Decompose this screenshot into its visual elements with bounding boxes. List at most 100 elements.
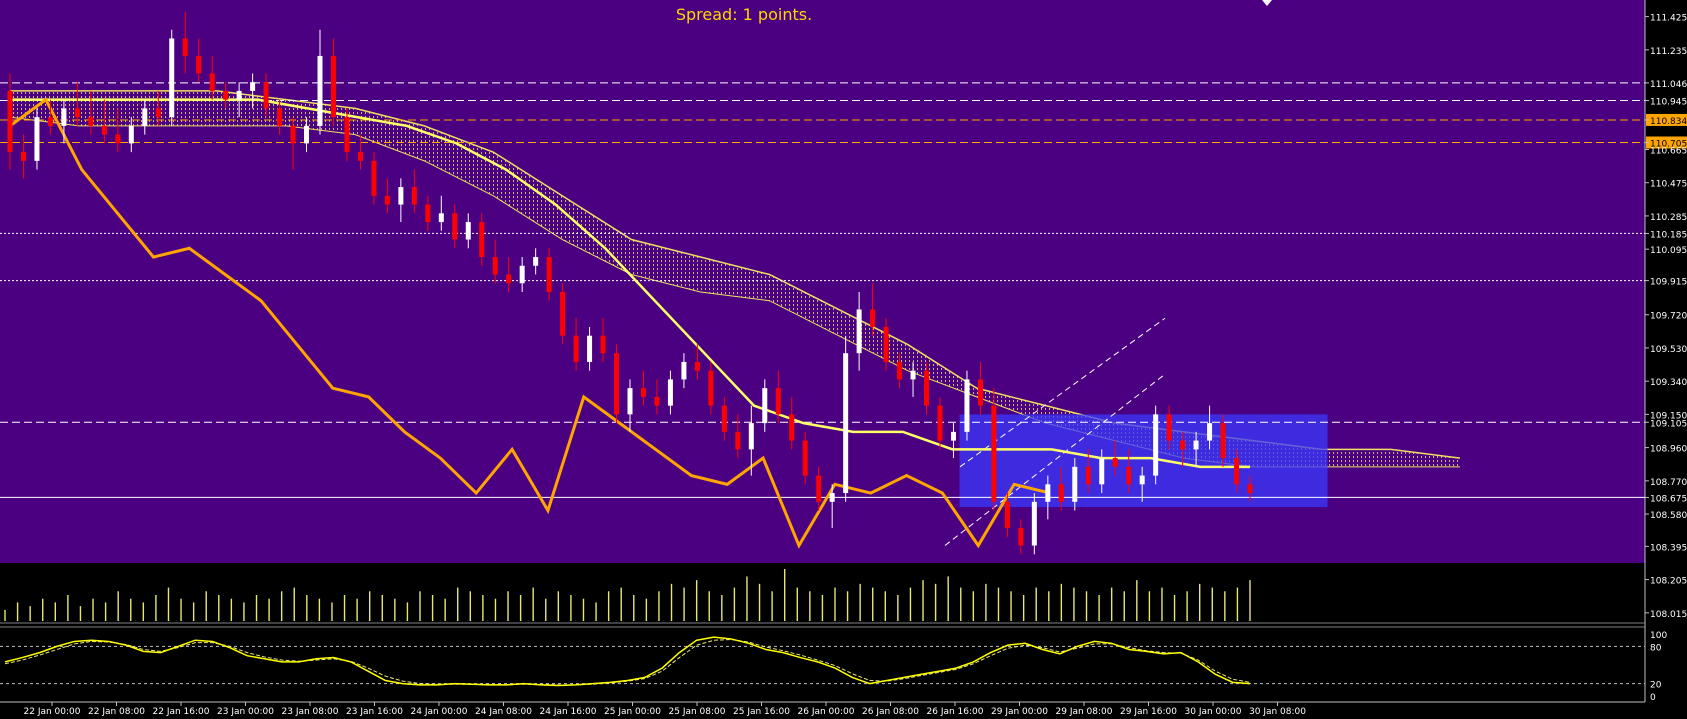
price-tick-label: 108.770 <box>1650 478 1687 488</box>
time-tick-label: 23 Jan 00:00 <box>217 707 274 717</box>
candle-body <box>573 335 579 362</box>
candle-body <box>1072 466 1078 502</box>
candle-body <box>384 195 390 205</box>
candle-body <box>263 82 269 109</box>
time-tick-label: 23 Jan 08:00 <box>282 707 339 717</box>
price-tick-label: 111.235 <box>1650 47 1687 57</box>
time-tick-label: 26 Jan 16:00 <box>927 707 984 717</box>
candle-body <box>101 125 107 135</box>
candle-body <box>492 257 498 275</box>
price-tick-label: 108.015 <box>1650 610 1687 620</box>
price-tick-label: 111.046 <box>1650 80 1687 90</box>
price-tick-label: 110.095 <box>1650 246 1687 256</box>
price-tick-label: 108.960 <box>1650 445 1687 455</box>
candle-body <box>627 388 633 415</box>
candle-body <box>789 414 795 441</box>
time-tick-label: 22 Jan 16:00 <box>153 707 210 717</box>
candle-body <box>155 108 161 118</box>
candle-body <box>829 493 835 502</box>
candle-body <box>681 361 687 380</box>
candle-body <box>344 117 350 153</box>
time-tick-label: 24 Jan 00:00 <box>411 707 468 717</box>
candle-body <box>870 309 876 327</box>
candle-body <box>34 117 40 161</box>
candle-body <box>721 405 727 432</box>
price-tick-label: 108.580 <box>1650 511 1687 521</box>
time-tick-label: 29 Jan 00:00 <box>991 707 1048 717</box>
candle-body <box>1139 475 1145 485</box>
time-tick-label: 26 Jan 08:00 <box>862 707 919 717</box>
price-tick-label: 109.105 <box>1650 419 1687 429</box>
candle-body <box>506 274 512 284</box>
candle-body <box>1085 466 1091 485</box>
candle-body <box>924 370 930 406</box>
price-tick-label: 110.285 <box>1650 213 1687 223</box>
time-tick-label: 29 Jan 08:00 <box>1056 707 1113 717</box>
candle-body <box>304 125 310 144</box>
candle-body <box>519 265 525 284</box>
chart-canvas: 111.425111.235111.046110.945110.834110.7… <box>0 0 1687 719</box>
candle-body <box>1234 458 1240 485</box>
stochastic-tick-label: 100 <box>1650 631 1667 641</box>
stochastic-background <box>0 628 1645 702</box>
candle-body <box>1045 484 1051 502</box>
stochastic-tick-label: 80 <box>1650 643 1662 653</box>
candle-body <box>1058 484 1064 502</box>
candle-body <box>533 257 539 266</box>
price-tick-label: 110.945 <box>1650 98 1687 108</box>
candle-body <box>614 353 620 415</box>
candle-body <box>910 370 916 380</box>
time-tick-label: 26 Jan 00:00 <box>798 707 855 717</box>
candle-body <box>438 213 444 223</box>
candle-body <box>964 379 970 432</box>
candle-body <box>425 204 431 223</box>
time-tick-label: 22 Jan 00:00 <box>24 707 81 717</box>
candle-body <box>209 73 215 91</box>
price-tick-label: 110.834 <box>1650 117 1687 127</box>
price-tick-label: 109.530 <box>1650 345 1687 355</box>
main-plot-background <box>0 0 1645 563</box>
candle-body <box>7 90 13 153</box>
candle-body <box>128 125 134 144</box>
time-tick-label: 25 Jan 08:00 <box>669 707 726 717</box>
candle-body <box>277 108 283 126</box>
candle-body <box>357 152 363 161</box>
candle-body <box>897 361 903 380</box>
candle-body <box>856 309 862 354</box>
candle-body <box>1153 414 1159 476</box>
channel-rect <box>959 414 1328 508</box>
candle-body <box>883 326 889 362</box>
price-tick-label: 109.915 <box>1650 278 1687 288</box>
candle-body <box>169 38 175 118</box>
spread-label: Spread: 1 points. <box>676 5 812 24</box>
candle-body <box>330 55 336 118</box>
price-tick-label: 108.675 <box>1650 494 1687 504</box>
candle-body <box>1112 458 1118 467</box>
time-tick-label: 24 Jan 16:00 <box>540 707 597 717</box>
candle-body <box>115 134 121 144</box>
candle-body <box>560 291 566 336</box>
candle-body <box>452 213 458 240</box>
candle-body <box>735 431 741 450</box>
candle-body <box>708 370 714 406</box>
candle-body <box>654 396 660 406</box>
candle-body <box>74 108 80 118</box>
time-tick-label: 29 Jan 16:00 <box>1120 707 1177 717</box>
candle-body <box>600 335 606 354</box>
candle-body <box>1193 440 1199 450</box>
candle-body <box>950 431 956 441</box>
candle-body <box>1220 423 1226 459</box>
candle-body <box>196 55 202 74</box>
candle-body <box>977 379 983 406</box>
time-tick-label: 30 Jan 08:00 <box>1249 707 1306 717</box>
candle-body <box>640 388 646 397</box>
candle-body <box>1166 414 1172 441</box>
candle-body <box>479 222 485 258</box>
candle-body <box>694 361 700 371</box>
price-tick-label: 108.205 <box>1650 577 1687 587</box>
candle-body <box>1099 458 1105 485</box>
price-tick-label: 110.665 <box>1650 146 1687 156</box>
candle-body <box>465 222 471 240</box>
time-tick-label: 23 Jan 16:00 <box>346 707 403 717</box>
candle-body <box>142 108 148 126</box>
